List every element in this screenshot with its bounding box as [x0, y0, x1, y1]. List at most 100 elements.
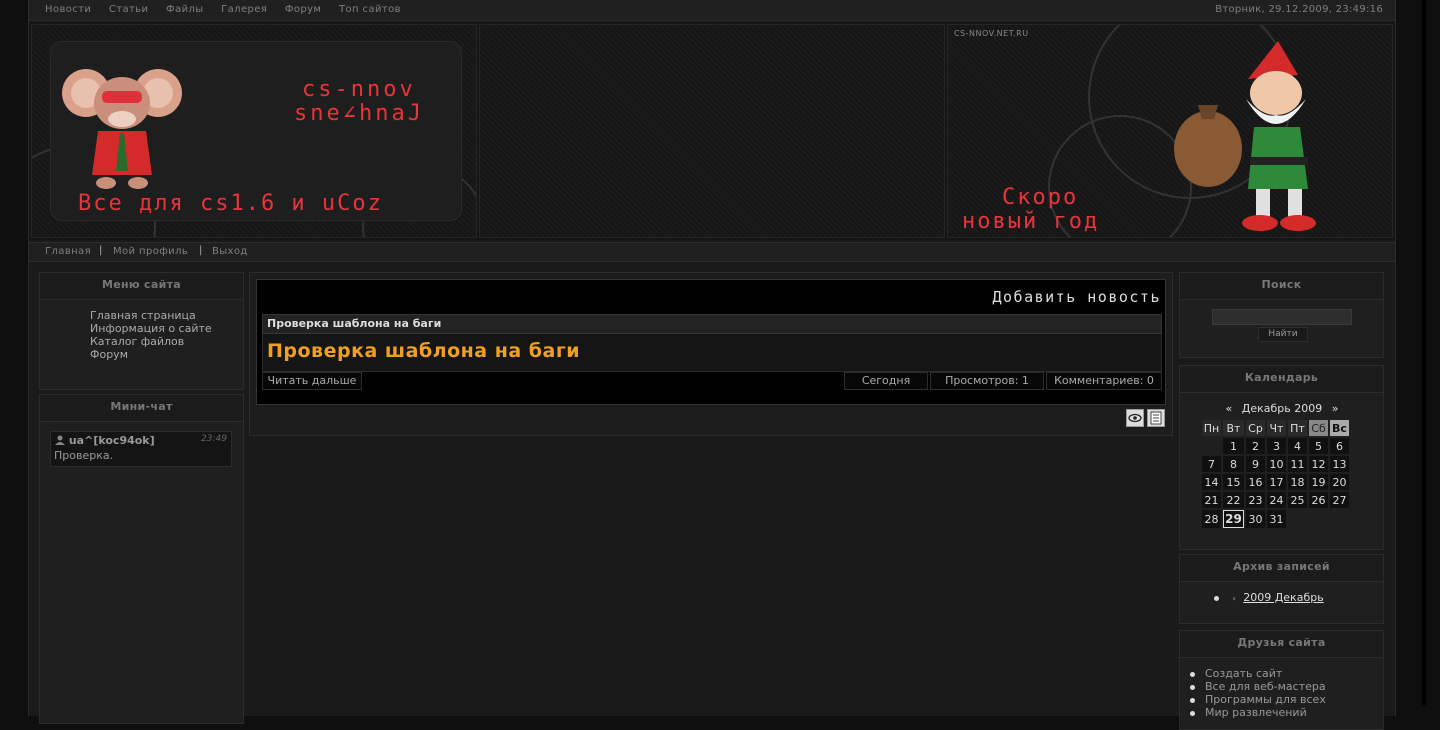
new-year-line-1: Скоро	[1002, 185, 1079, 210]
calendar-empty-cell	[1309, 510, 1328, 528]
subnav-logout[interactable]: Выход	[212, 246, 248, 257]
topnav-gallery[interactable]: Галерея	[221, 4, 267, 15]
calendar-day: 18	[1288, 474, 1307, 490]
friends-block: Друзья сайта Создать сайт Все для веб-ма…	[1179, 630, 1384, 730]
news-title[interactable]: Проверка шаблона на баги	[267, 340, 580, 362]
news-footer: Читать дальше Сегодня Просмотров: 1 Комм…	[262, 372, 1162, 390]
calendar-day: 2	[1246, 438, 1265, 454]
calendar-day: 14	[1202, 474, 1221, 490]
weekday-header: Чт	[1267, 420, 1286, 436]
calendar-day: 10	[1267, 456, 1286, 472]
calendar-day: 27	[1330, 492, 1349, 508]
calendar-day: 26	[1309, 492, 1328, 508]
calendar-prev[interactable]: «	[1226, 402, 1233, 415]
bullet-icon	[1190, 671, 1195, 677]
bullet-icon	[1190, 684, 1195, 690]
calendar-day: 5	[1309, 438, 1328, 454]
calendar-day: 28	[1202, 510, 1221, 528]
subnav-home[interactable]: Главная	[45, 246, 91, 257]
separator: |	[199, 245, 203, 256]
brand-line-2: sne∠hnaJ	[294, 101, 424, 126]
friends-item[interactable]: Все для веб-мастера	[1190, 680, 1326, 693]
calendar-day: 8	[1223, 456, 1244, 472]
friends-item-label: Мир развлечений	[1205, 706, 1307, 719]
weekday-header: Вт	[1223, 420, 1244, 436]
sub-nav: Главная | Мой профиль | Выход	[29, 242, 1395, 262]
chat-text: Проверка.	[54, 449, 114, 462]
site-menu-list: Главная страница Информация о сайте Ката…	[90, 309, 212, 361]
scrollbar-track	[1422, 0, 1426, 705]
news-date: Сегодня	[844, 372, 928, 390]
arrow-icon: ›	[1232, 594, 1236, 603]
weekday-header: Ср	[1246, 420, 1265, 436]
menu-item-about[interactable]: Информация о сайте	[90, 322, 212, 335]
calendar-day: 19	[1309, 474, 1328, 490]
brand-line-1: cs-nnov	[302, 77, 416, 102]
news-area: Добавить новость Проверка шаблона на баг…	[256, 279, 1166, 405]
calendar-day: 23	[1246, 492, 1265, 508]
block-title: Друзья сайта	[1180, 631, 1383, 658]
topnav-news[interactable]: Новости	[45, 4, 91, 15]
document-icon[interactable]	[1147, 409, 1165, 427]
friends-item[interactable]: Создать сайт	[1190, 667, 1326, 680]
slogan: Все для cs1.6 и uCoz	[78, 191, 383, 216]
weekday-header: Пт	[1288, 420, 1307, 436]
topnav-articles[interactable]: Статьи	[109, 4, 149, 15]
bullet-icon	[1214, 595, 1219, 601]
subnav-profile[interactable]: Мой профиль	[113, 246, 188, 257]
calendar-day: 20	[1330, 474, 1349, 490]
add-news-link[interactable]: Добавить новость	[993, 288, 1162, 306]
weekday-header: Пн	[1202, 420, 1221, 436]
news-title-box: Проверка шаблона на баги	[262, 334, 1162, 372]
block-title: Календарь	[1180, 366, 1383, 393]
eye-icon[interactable]	[1126, 409, 1144, 427]
read-more-link[interactable]: Читать дальше	[262, 372, 362, 390]
bullet-icon	[1190, 710, 1195, 716]
minichat-block: Мини-чат ua^[koc94ok] 23:49 Проверка.	[39, 394, 244, 724]
page-container: Новости Статьи Файлы Галерея Форум Топ с…	[28, 0, 1396, 730]
calendar-day: 17	[1267, 474, 1286, 490]
main-content: Добавить новость Проверка шаблона на баг…	[249, 272, 1173, 436]
topnav-forum[interactable]: Форум	[285, 4, 322, 15]
search-input[interactable]	[1212, 309, 1352, 325]
weekday-header: Вс	[1330, 420, 1349, 436]
top-nav: Новости Статьи Файлы Галерея Форум Топ с…	[45, 4, 415, 15]
banner-right-panel: CS-NNOV.NET.RU Скоро новый год	[947, 24, 1393, 238]
friends-item[interactable]: Мир развлечений	[1190, 706, 1326, 719]
friends-item-label: Создать сайт	[1205, 667, 1283, 680]
search-button[interactable]: Найти	[1258, 327, 1308, 342]
calendar-empty-cell	[1202, 438, 1221, 454]
news-comments: Комментариев: 0	[1046, 372, 1162, 390]
gnome-santa-image	[1174, 41, 1316, 231]
chat-user[interactable]: ua^[koc94ok]	[55, 434, 155, 447]
bullet-icon	[1190, 697, 1195, 703]
cheburashka-mascot-image	[62, 69, 182, 189]
menu-item-forum[interactable]: Форум	[90, 348, 212, 361]
chat-time: 23:49	[201, 434, 227, 444]
banner-center-panel	[479, 24, 945, 238]
friends-item[interactable]: Программы для всех	[1190, 693, 1326, 706]
separator: |	[99, 245, 103, 256]
calendar-month: Декабрь 2009	[1241, 402, 1323, 415]
archive-item-link[interactable]: 2009 Декабрь	[1243, 591, 1324, 604]
topnav-top-sites[interactable]: Топ сайтов	[339, 4, 401, 15]
calendar-day: 7	[1202, 456, 1221, 472]
calendar-day: 1	[1223, 438, 1244, 454]
calendar-grid: Пн Вт Ср Чт Пт Сб Вс 1 2 3 4 5 6 7 8 9 1…	[1200, 418, 1351, 530]
calendar-empty-cell	[1288, 510, 1307, 528]
friends-item-label: Программы для всех	[1205, 693, 1326, 706]
menu-item-home[interactable]: Главная страница	[90, 309, 212, 322]
calendar-day: 16	[1246, 474, 1265, 490]
news-views: Просмотров: 1	[930, 372, 1044, 390]
calendar-day: 24	[1267, 492, 1286, 508]
calendar-today[interactable]: 29	[1223, 510, 1244, 528]
calendar-day: 21	[1202, 492, 1221, 508]
site-menu-block: Меню сайта Главная страница Информация о…	[39, 272, 244, 390]
menu-item-files[interactable]: Каталог файлов	[90, 335, 212, 348]
topnav-files[interactable]: Файлы	[166, 4, 204, 15]
friends-item-label: Все для веб-мастера	[1205, 680, 1326, 693]
calendar-day: 25	[1288, 492, 1307, 508]
weekday-header: Сб	[1309, 420, 1328, 436]
calendar-day: 13	[1330, 456, 1349, 472]
calendar-next[interactable]: »	[1332, 402, 1339, 415]
